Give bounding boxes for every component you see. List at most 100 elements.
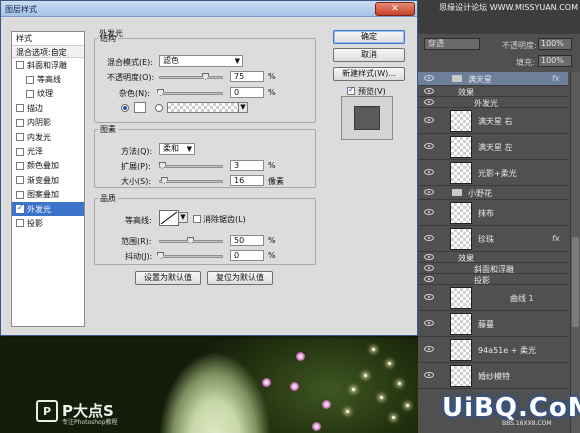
gradient-picker[interactable] bbox=[167, 102, 239, 113]
style-item-checkbox[interactable] bbox=[16, 118, 24, 127]
eye-visibility-icon[interactable] bbox=[424, 264, 434, 271]
spread-slider[interactable] bbox=[158, 162, 223, 169]
layer-row[interactable]: 94a51e + 柔光 bbox=[418, 337, 568, 363]
layer-opacity-input[interactable]: 100% bbox=[538, 38, 572, 50]
eye-visibility-icon[interactable] bbox=[424, 75, 434, 81]
style-item[interactable]: 纹理 bbox=[12, 87, 84, 101]
range-slider[interactable] bbox=[159, 237, 223, 244]
eye-visibility-icon[interactable] bbox=[424, 117, 434, 123]
cancel-button[interactable]: 取消 bbox=[333, 48, 405, 62]
style-item[interactable]: 内发光 bbox=[12, 130, 84, 144]
spread-input[interactable]: 3 bbox=[230, 160, 264, 171]
layer-row[interactable]: 藤蔓 bbox=[418, 311, 568, 337]
layer-fill-input[interactable]: 100% bbox=[538, 55, 572, 67]
spread-slider-thumb[interactable] bbox=[158, 162, 166, 169]
style-item-checkbox[interactable] bbox=[26, 75, 34, 84]
layer-row[interactable]: 光影+柔光 bbox=[418, 160, 568, 186]
contour-picker[interactable] bbox=[159, 210, 179, 226]
style-item-checkbox[interactable] bbox=[16, 219, 24, 228]
layer-row[interactable]: 满天星 左 bbox=[418, 134, 568, 160]
eye-visibility-icon[interactable] bbox=[424, 275, 434, 282]
size-slider[interactable] bbox=[159, 177, 223, 184]
gradient-radio[interactable] bbox=[155, 104, 163, 112]
fx-icon[interactable]: fx bbox=[552, 74, 560, 83]
noise-input[interactable]: 0 bbox=[230, 87, 264, 98]
blend-mode-select[interactable]: 滤色 ▼ bbox=[159, 55, 243, 67]
layer-row[interactable]: 满天星 fx bbox=[418, 72, 568, 86]
glow-color-swatch[interactable] bbox=[134, 102, 146, 113]
jitter-slider[interactable] bbox=[157, 252, 223, 259]
layer-thumbnail bbox=[450, 202, 472, 224]
style-item[interactable]: 内阴影 bbox=[12, 116, 84, 130]
layer-row[interactable]: 珍珠 fx bbox=[418, 226, 568, 252]
style-item-checkbox[interactable] bbox=[16, 147, 24, 156]
layer-effect-row[interactable]: 外发光 bbox=[418, 97, 568, 108]
layer-row[interactable]: 曲线 1 bbox=[418, 285, 568, 311]
style-item[interactable]: 斜面和浮雕 bbox=[12, 58, 84, 72]
style-item-checkbox[interactable] bbox=[16, 133, 24, 142]
layer-effect-row[interactable]: 斜面和浮雕 bbox=[418, 263, 568, 274]
eye-visibility-icon[interactable] bbox=[424, 372, 434, 378]
size-slider-thumb[interactable] bbox=[160, 177, 168, 184]
style-item-checkbox[interactable] bbox=[16, 190, 24, 199]
eye-visibility-icon[interactable] bbox=[424, 98, 434, 105]
eye-visibility-icon[interactable] bbox=[424, 346, 434, 352]
layer-blend-mode-select[interactable]: 穿透 bbox=[424, 38, 480, 50]
layer-row[interactable]: 抹布 bbox=[418, 200, 568, 226]
style-item-checkbox[interactable] bbox=[16, 161, 24, 170]
style-item-checkbox[interactable] bbox=[16, 61, 24, 70]
eye-visibility-icon[interactable] bbox=[424, 143, 434, 149]
eye-visibility-icon[interactable] bbox=[424, 253, 434, 260]
size-input[interactable]: 16 bbox=[230, 175, 264, 186]
new-style-button[interactable]: 新建样式(W)... bbox=[333, 67, 405, 81]
layer-effect-row[interactable]: 效果 bbox=[418, 252, 568, 263]
layer-row[interactable]: 婚纱模特 bbox=[418, 363, 568, 389]
style-item[interactable]: 外发光 bbox=[12, 201, 84, 217]
antialias-checkbox[interactable] bbox=[193, 215, 201, 223]
set-default-button[interactable]: 设置为默认值 bbox=[135, 271, 201, 285]
eye-visibility-icon[interactable] bbox=[424, 189, 434, 195]
technique-select[interactable]: 柔和 ▼ bbox=[159, 143, 195, 155]
ok-button[interactable]: 确定 bbox=[333, 30, 405, 44]
range-input[interactable]: 50 bbox=[230, 235, 264, 246]
solid-color-radio[interactable] bbox=[121, 104, 129, 112]
opacity-slider[interactable] bbox=[159, 73, 223, 80]
style-item[interactable]: 描边 bbox=[12, 101, 84, 115]
dialog-titlebar[interactable]: 图层样式 ✕ bbox=[1, 1, 417, 17]
eye-visibility-icon[interactable] bbox=[424, 320, 434, 326]
opacity-input[interactable]: 75 bbox=[230, 71, 264, 82]
fx-icon[interactable]: fx bbox=[552, 234, 560, 243]
layer-row[interactable]: 满天星 右 bbox=[418, 108, 568, 134]
eye-visibility-icon[interactable] bbox=[424, 235, 434, 241]
eye-visibility-icon[interactable] bbox=[424, 294, 434, 300]
style-item[interactable]: 光泽 bbox=[12, 144, 84, 158]
reset-default-button[interactable]: 复位为默认值 bbox=[207, 271, 273, 285]
opacity-slider-thumb[interactable] bbox=[202, 73, 209, 80]
layer-row[interactable]: 小野花 bbox=[418, 186, 568, 200]
range-slider-thumb[interactable] bbox=[187, 237, 194, 244]
style-item-checkbox[interactable] bbox=[26, 89, 34, 98]
style-item[interactable]: 等高线 bbox=[12, 72, 84, 86]
style-item-checkbox[interactable] bbox=[16, 176, 24, 185]
style-item[interactable]: 图案叠加 bbox=[12, 188, 84, 202]
styles-header[interactable]: 样式 bbox=[12, 32, 84, 45]
style-item[interactable]: 投影 bbox=[12, 216, 84, 230]
blending-options-item[interactable]: 混合选项:自定 bbox=[12, 45, 84, 58]
style-item-checkbox[interactable] bbox=[16, 203, 24, 214]
eye-visibility-icon[interactable] bbox=[424, 87, 434, 94]
style-item[interactable]: 渐变叠加 bbox=[12, 173, 84, 187]
contour-dropdown-arrow-icon[interactable]: ▼ bbox=[178, 212, 188, 223]
noise-slider[interactable] bbox=[157, 89, 223, 96]
jitter-input[interactable]: 0 bbox=[230, 250, 264, 261]
eye-visibility-icon[interactable] bbox=[424, 209, 434, 215]
layer-effect-row[interactable]: 效果 bbox=[418, 86, 568, 97]
layers-scrollbar[interactable] bbox=[570, 72, 580, 433]
style-item[interactable]: 颜色叠加 bbox=[12, 159, 84, 173]
eye-visibility-icon[interactable] bbox=[424, 169, 434, 175]
layers-scrollbar-thumb[interactable] bbox=[572, 237, 579, 327]
layer-effect-row[interactable]: 投影 bbox=[418, 274, 568, 285]
close-button[interactable]: ✕ bbox=[375, 2, 415, 16]
preview-checkbox[interactable] bbox=[347, 85, 355, 95]
gradient-dropdown-arrow-icon[interactable]: ▼ bbox=[238, 102, 248, 113]
style-item-checkbox[interactable] bbox=[16, 104, 24, 113]
